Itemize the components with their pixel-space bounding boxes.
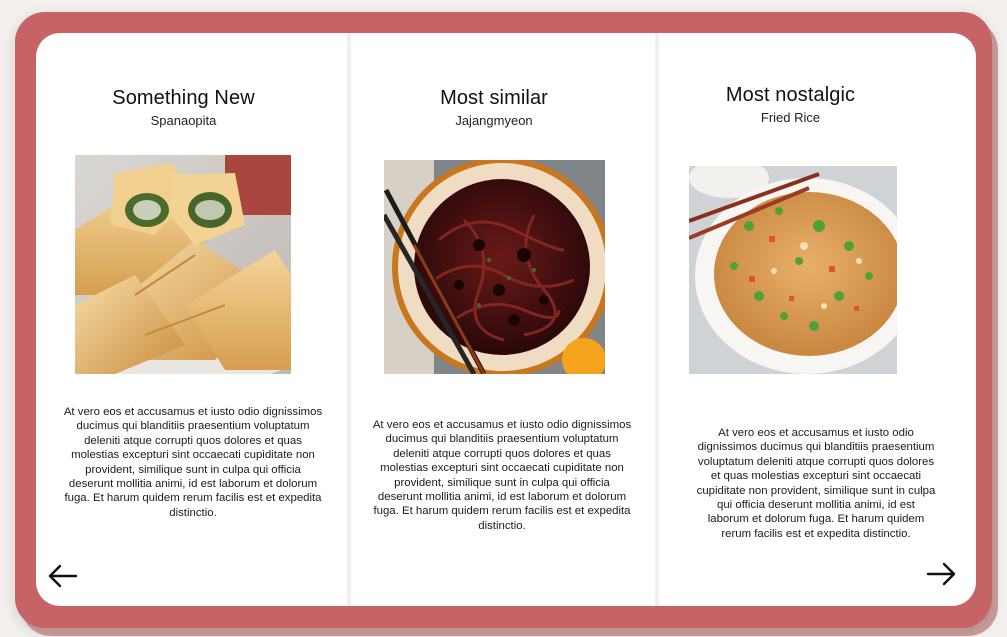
card-title: Most nostalgic — [725, 84, 856, 106]
card-description: At vero eos et accusamus et iusto odio d… — [63, 406, 323, 519]
next-button[interactable] — [924, 562, 956, 586]
recommendation-card-most-similar[interactable]: Most similar Jajangmyeon At vero eos et … — [351, 33, 655, 606]
card-subtitle: Fried Rice — [760, 110, 821, 125]
card-description: At vero eos et accusamus et iusto odio d… — [372, 419, 632, 532]
spanakopita-photo — [75, 155, 291, 374]
arrow-left-icon — [48, 564, 78, 588]
recommendation-panel: Something New Spanaopita At vero eos et … — [36, 33, 976, 606]
recommendation-card-something-new[interactable]: Something New Spanaopita At vero eos et … — [36, 33, 347, 606]
previous-button[interactable] — [48, 564, 80, 588]
card-title: Most similar — [440, 87, 548, 109]
jajangmyeon-photo — [384, 160, 605, 374]
card-description: At vero eos et accusamus et iusto odio d… — [696, 427, 936, 540]
card-title: Something New — [112, 87, 255, 109]
arrow-right-icon — [926, 562, 956, 586]
fried-rice-photo — [689, 166, 897, 374]
card-subtitle: Jajangmyeon — [455, 113, 533, 128]
recommendation-card-most-nostalgic[interactable]: Most nostalgic Fried Rice At vero eos et… — [659, 33, 976, 606]
card-subtitle: Spanaopita — [150, 113, 217, 128]
